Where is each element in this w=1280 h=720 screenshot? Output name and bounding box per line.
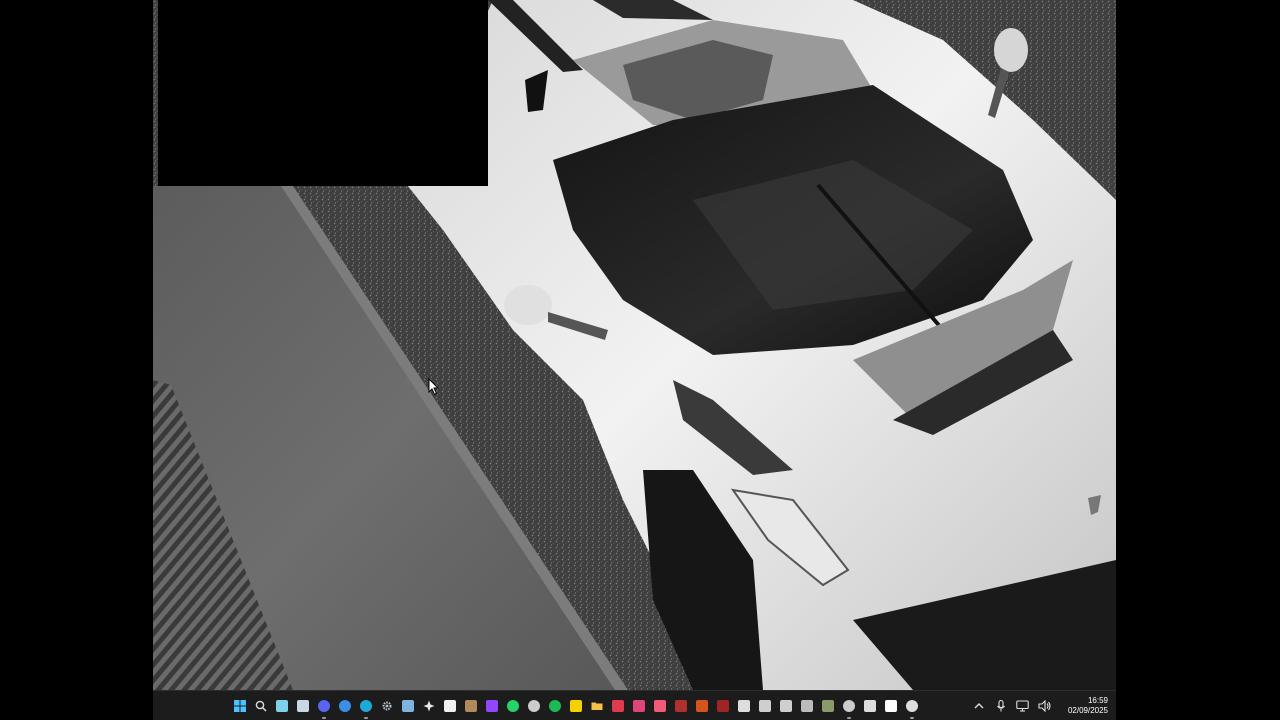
windows-logo-icon (234, 700, 246, 712)
taskbar-document-button[interactable] (756, 692, 774, 720)
clock-time: 16:59 (1087, 696, 1108, 705)
taskbar-calendar-button[interactable] (441, 692, 459, 720)
note-icon (570, 700, 582, 712)
folder-icon (591, 700, 603, 712)
desktop[interactable] (153, 0, 1116, 690)
taskbar-edge-dev-button[interactable] (336, 692, 354, 720)
dark-red-app-icon (717, 700, 729, 712)
discord-icon (318, 700, 330, 712)
document-icon (759, 700, 771, 712)
taskbar-chart-button[interactable] (735, 692, 753, 720)
spotify-icon (549, 700, 561, 712)
media-icon (465, 700, 477, 712)
steam-icon (297, 700, 309, 712)
taskbar-music-button[interactable] (651, 692, 669, 720)
red-app-icon (612, 700, 624, 712)
taskbar-apps (231, 691, 921, 720)
music-icon (654, 700, 666, 712)
loader-icon (843, 700, 855, 712)
blank-window[interactable] (158, 0, 488, 186)
screen: 16:59 02/09/2025 (0, 0, 1280, 720)
taskbar-terminal-button[interactable] (777, 692, 795, 720)
taskbar-settings-button[interactable] (378, 692, 396, 720)
taskbar-tiktok-button[interactable] (882, 692, 900, 720)
chevron-up-icon[interactable] (972, 699, 986, 713)
x-mark-icon (675, 700, 687, 712)
assistant-icon (906, 700, 918, 712)
microphone-icon[interactable] (994, 699, 1008, 713)
taskbar-notes-button[interactable] (567, 692, 585, 720)
edge-icon (360, 700, 372, 712)
taskbar-file-explorer-button[interactable] (588, 692, 606, 720)
terminal-icon (780, 700, 792, 712)
taskbar-app-gear-dark-button[interactable] (819, 692, 837, 720)
taskbar-start-button[interactable] (231, 692, 249, 720)
volume-icon[interactable] (1038, 699, 1052, 713)
window-icon (402, 700, 414, 712)
taskbar-app-window-button[interactable] (399, 692, 417, 720)
gear-icon (381, 700, 393, 712)
taskbar-discord-button[interactable] (315, 692, 333, 720)
taskbar-github-button[interactable] (525, 692, 543, 720)
fox-icon (696, 700, 708, 712)
taskbar-app-fox-button[interactable] (693, 692, 711, 720)
taskbar: 16:59 02/09/2025 (153, 690, 1116, 720)
tiktok-icon (885, 700, 897, 712)
taskbar-steam-button[interactable] (294, 692, 312, 720)
network-icon[interactable] (1016, 699, 1030, 713)
search-icon (255, 700, 267, 712)
taskbar-app-x-button[interactable] (672, 692, 690, 720)
taskbar-pen-button[interactable] (861, 692, 879, 720)
system-tray: 16:59 02/09/2025 (972, 691, 1108, 720)
taskbar-app-red-1-button[interactable] (609, 692, 627, 720)
taskbar-search-button[interactable] (252, 692, 270, 720)
taskbar-edge-button[interactable] (357, 692, 375, 720)
edge-dev-icon (339, 700, 351, 712)
whatsapp-icon (507, 700, 519, 712)
taskbar-twitch-button[interactable] (483, 692, 501, 720)
cross-icon (423, 700, 435, 712)
taskbar-ai-assistant-button[interactable] (903, 692, 921, 720)
taskbar-whatsapp-button[interactable] (504, 692, 522, 720)
taskbar-app-red-2-button[interactable] (630, 692, 648, 720)
layers-icon (801, 700, 813, 712)
pen-icon (864, 700, 876, 712)
clock[interactable]: 16:59 02/09/2025 (1068, 696, 1108, 716)
mouse-cursor-icon (428, 378, 440, 396)
dark-app-icon (822, 700, 834, 712)
twitch-icon (486, 700, 498, 712)
taskbar-copilot-button[interactable] (273, 692, 291, 720)
calendar-icon (444, 700, 456, 712)
taskbar-gallery-button[interactable] (420, 692, 438, 720)
taskbar-media-button[interactable] (462, 692, 480, 720)
taskbar-app-dark-red-button[interactable] (714, 692, 732, 720)
red-app-icon (633, 700, 645, 712)
stock-chart-icon (738, 700, 750, 712)
taskbar-loader-button[interactable] (840, 692, 858, 720)
clock-date: 02/09/2025 (1067, 706, 1108, 715)
copilot-icon (276, 700, 288, 712)
github-icon (528, 700, 540, 712)
taskbar-layers-button[interactable] (798, 692, 816, 720)
taskbar-spotify-button[interactable] (546, 692, 564, 720)
